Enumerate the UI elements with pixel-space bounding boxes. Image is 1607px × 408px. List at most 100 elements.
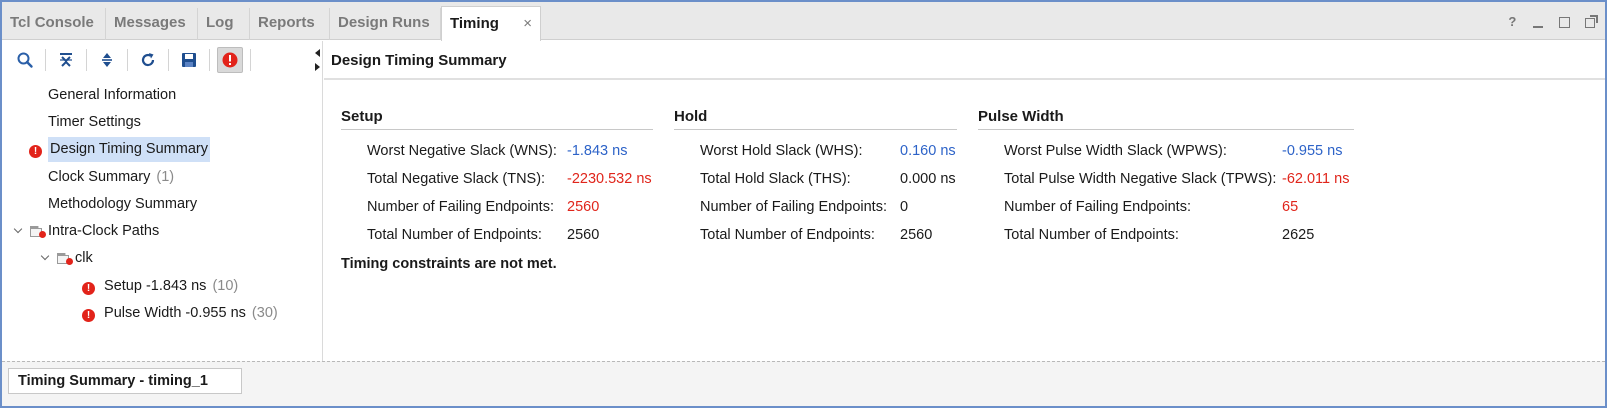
metric-row: Total Pulse Width Negative Slack (TPWS):… [1004, 167, 1364, 191]
metric-label: Total Pulse Width Negative Slack (TPWS): [1004, 171, 1277, 187]
metric-row: Total Hold Slack (THS): 0.000 ns [700, 167, 970, 191]
refresh-button[interactable] [135, 47, 161, 73]
summary-panel: Design Timing Summary Setup Worst Negati… [324, 41, 1605, 361]
item-count: (1) [156, 169, 175, 185]
tree-item-label: General Information [48, 87, 177, 103]
collapse-all-button[interactable] [53, 47, 79, 73]
refresh-icon [141, 53, 155, 67]
tree-item-clk[interactable]: clk [73, 246, 95, 270]
section-title-hold: Hold [674, 104, 957, 130]
tab-tcl-console[interactable]: Tcl Console [2, 8, 106, 40]
metric-value-whs[interactable]: 0.160 ns [900, 139, 956, 163]
metric-value-tpws: -62.011 ns [1282, 171, 1350, 187]
tree-item-label: Timer Settings [48, 114, 141, 130]
timing-status-message: Timing constraints are not met. [341, 256, 557, 272]
tree-item-label: Pulse Width -0.955 ns [104, 305, 246, 321]
expand-all-button[interactable] [94, 47, 120, 73]
search-icon [17, 52, 33, 68]
metric-label: Worst Hold Slack (WHS): [700, 143, 863, 159]
tree-item-pulse-width-path[interactable]: ! Pulse Width -0.955 ns (30) [82, 301, 278, 325]
summary-header: Design Timing Summary [324, 41, 1605, 80]
tree-item-label: Intra-Clock Paths [48, 223, 160, 239]
tree-item-general-information[interactable]: General Information [46, 83, 178, 107]
collapse-left-icon [315, 49, 320, 57]
metric-label: Worst Pulse Width Slack (WPWS): [1004, 143, 1227, 159]
error-icon: ! [29, 145, 42, 158]
error-icon: ! [82, 309, 95, 322]
window-controls: ? [1497, 15, 1598, 31]
toolbar-divider [168, 49, 169, 71]
metric-value-hold-failing: 0 [900, 199, 909, 215]
hold-section: Hold [674, 104, 957, 130]
metric-row: Worst Hold Slack (WHS): 0.160 ns [700, 139, 970, 163]
toolbar [2, 41, 323, 81]
tab-log[interactable]: Log [198, 8, 250, 40]
error-filter-button[interactable] [217, 47, 243, 73]
tree-item-label: Design Timing Summary [48, 137, 210, 162]
metric-row: Worst Negative Slack (WNS): -1.843 ns [367, 139, 667, 163]
expand-all-icon [102, 53, 112, 67]
tree-item-intra-clock-paths[interactable]: Intra-Clock Paths [46, 219, 161, 243]
tab-messages[interactable]: Messages [106, 8, 198, 40]
error-icon: ! [82, 282, 95, 295]
metric-value-tns: -2230.532 ns [567, 171, 652, 187]
error-filter-icon [222, 52, 238, 68]
search-button[interactable] [12, 47, 38, 73]
pulse-width-section: Pulse Width [978, 104, 1354, 130]
tab-timing-summary[interactable]: Timing Summary - timing_1 [8, 368, 242, 394]
tab-label: Log [206, 14, 234, 31]
item-count: (30) [251, 305, 278, 321]
tree-item-label: Setup -1.843 ns [104, 278, 207, 294]
timing-window: Tcl Console Messages Log Reports Design … [0, 0, 1607, 408]
tree-item-timer-settings[interactable]: Timer Settings [46, 110, 143, 134]
chevron-down-icon[interactable] [41, 252, 51, 262]
metric-row: Total Number of Endpoints: 2560 [700, 223, 970, 247]
chevron-down-icon[interactable] [14, 225, 24, 235]
metric-value-setup-failing: 2560 [567, 199, 600, 215]
panel-collapse-toggle[interactable] [315, 49, 323, 73]
section-title-setup: Setup [341, 104, 653, 130]
tab-design-runs[interactable]: Design Runs [330, 8, 441, 40]
metric-value-pulse-total: 2625 [1282, 227, 1315, 243]
metric-label: Total Number of Endpoints: [700, 227, 875, 243]
metric-value-setup-total: 2560 [567, 227, 600, 243]
toolbar-divider [209, 49, 210, 71]
tree-item-design-timing-summary[interactable]: ! Design Timing Summary [29, 137, 210, 162]
toolbar-divider [86, 49, 87, 71]
save-button[interactable] [176, 47, 202, 73]
metric-label: Total Number of Endpoints: [1004, 227, 1179, 243]
minimize-icon[interactable] [1531, 15, 1545, 29]
metric-row: Total Negative Slack (TNS): -2230.532 ns [367, 167, 667, 191]
save-icon [182, 53, 196, 67]
tab-bar: Tcl Console Messages Log Reports Design … [2, 2, 1605, 41]
maximize-icon[interactable] [1557, 15, 1571, 29]
close-icon[interactable]: × [523, 7, 532, 41]
tree-item-clock-summary[interactable]: Clock Summary (1) [46, 165, 174, 189]
float-window-icon[interactable] [1583, 15, 1598, 29]
tree-item-label: Clock Summary [48, 169, 151, 185]
metric-value-wns[interactable]: -1.843 ns [567, 139, 627, 163]
bottom-tab-bar: Timing Summary - timing_1 [2, 361, 1605, 406]
metric-value-pulse-failing: 65 [1282, 199, 1299, 215]
metric-label: Total Negative Slack (TNS): [367, 171, 546, 187]
tree-item-label: Methodology Summary [48, 196, 198, 212]
collapse-all-icon [60, 53, 72, 67]
tree-item-methodology-summary[interactable]: Methodology Summary [46, 192, 199, 216]
metric-value-wpws[interactable]: -0.955 ns [1282, 139, 1342, 163]
tab-label: Messages [114, 14, 186, 31]
tab-label: Timing [450, 15, 499, 32]
metric-row: Total Number of Endpoints: 2625 [1004, 223, 1364, 247]
expand-right-icon [315, 63, 320, 71]
metric-value-hold-total: 2560 [900, 227, 933, 243]
help-icon[interactable]: ? [1505, 15, 1519, 29]
tree-item-setup-path[interactable]: ! Setup -1.843 ns (10) [82, 274, 238, 298]
metric-label: Worst Negative Slack (WNS): [367, 143, 557, 159]
toolbar-divider [250, 49, 251, 71]
metric-row: Number of Failing Endpoints: 65 [1004, 195, 1364, 219]
setup-section: Setup [341, 104, 653, 130]
tab-reports[interactable]: Reports [250, 8, 330, 40]
item-count: (10) [212, 278, 239, 294]
metric-label: Number of Failing Endpoints: [1004, 199, 1191, 215]
tab-label: Design Runs [338, 14, 430, 31]
tab-timing[interactable]: Timing × [441, 6, 541, 41]
